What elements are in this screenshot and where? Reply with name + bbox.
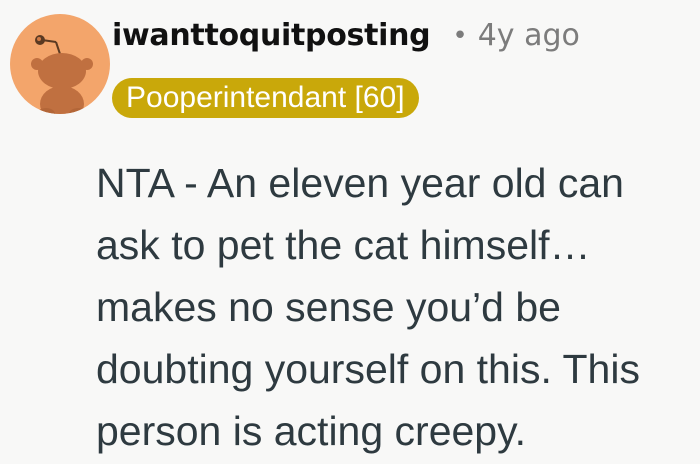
comment-body: NTA - An eleven year old can ask to pet … bbox=[96, 160, 640, 454]
comment-timestamp[interactable]: 4y ago bbox=[478, 18, 580, 53]
comment: iwanttoquitposting • 4y ago Pooperintend… bbox=[0, 0, 700, 464]
user-avatar[interactable] bbox=[10, 14, 110, 114]
snoo-avatar-icon bbox=[31, 35, 93, 114]
user-flair-badge: Pooperintendant [60] bbox=[112, 78, 419, 118]
comment-header: iwanttoquitposting • 4y ago bbox=[112, 18, 580, 53]
meta-separator: • bbox=[452, 20, 468, 51]
username-link[interactable]: iwanttoquitposting bbox=[112, 18, 431, 53]
